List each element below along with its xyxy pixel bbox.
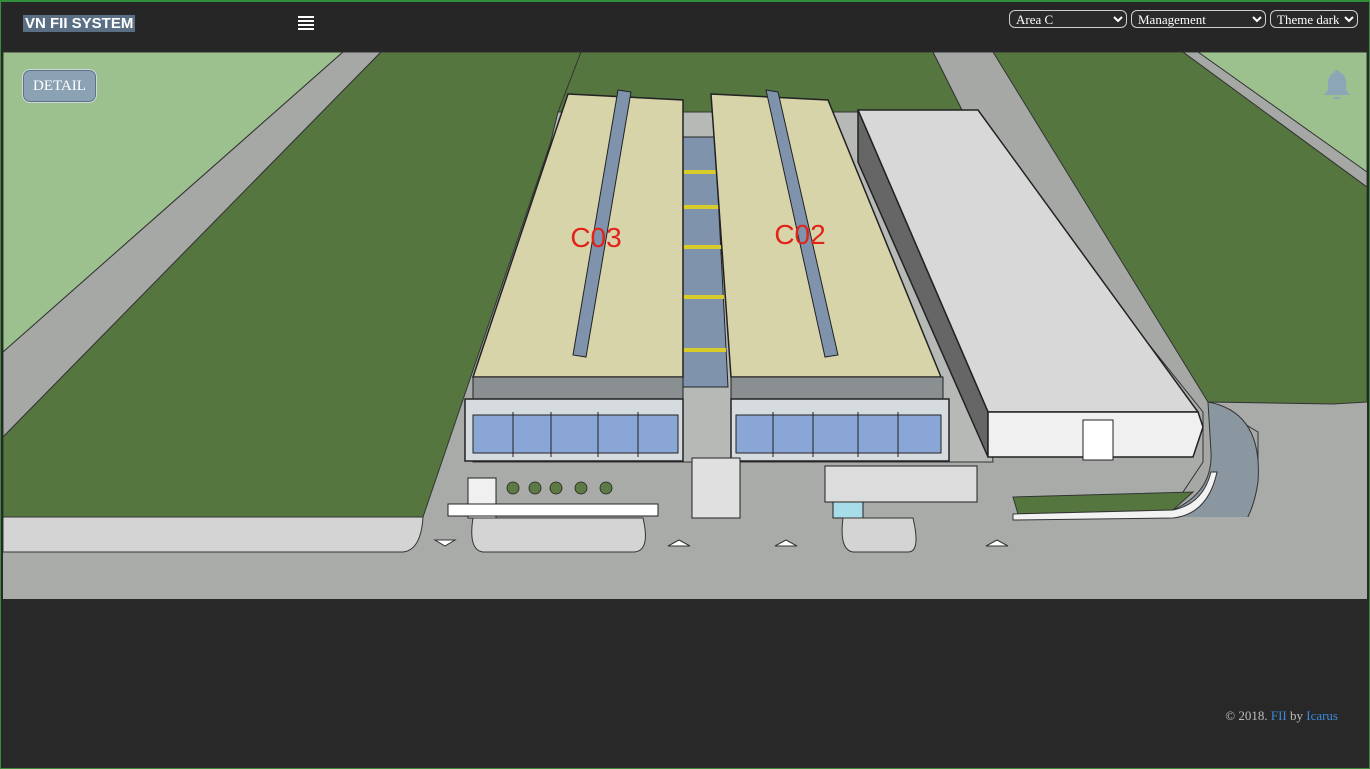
footer-by: by [1289,708,1303,723]
footer-copyright: © 2018. [1225,708,1268,723]
brand-title[interactable]: VN FII SYSTEM [23,15,136,32]
menu-hamburger-icon[interactable] [298,16,314,32]
guard-house-center [691,457,741,519]
building-c02-windows [735,414,942,454]
footer: © 2018. FII by Icarus [1225,708,1338,724]
detail-button[interactable]: DETAIL [22,69,97,103]
gate-canopy [824,465,978,503]
sidewalk-left [3,516,424,553]
building-c03-windows [472,414,679,454]
building-label-c02: C02 [774,219,825,250]
theme-select[interactable]: Theme dark [1270,10,1358,28]
notification-bell-icon[interactable] [1319,67,1355,103]
top-navbar: VN FII SYSTEM Area C Management Theme da… [3,2,1367,50]
factory-site-map: C03 C02 [3,52,1367,599]
footer-link-fii[interactable]: FII [1271,708,1287,723]
header-selects: Area C Management Theme dark [1009,10,1358,28]
view-select[interactable]: Management [1131,10,1266,28]
building-label-c03: C03 [570,222,621,253]
site-illustration: C03 C02 [3,52,1367,599]
building-c03-eave [472,376,684,400]
footer-link-icarus[interactable]: Icarus [1306,708,1338,723]
building-c02-eave [730,376,944,400]
area-select[interactable]: Area C [1009,10,1127,28]
